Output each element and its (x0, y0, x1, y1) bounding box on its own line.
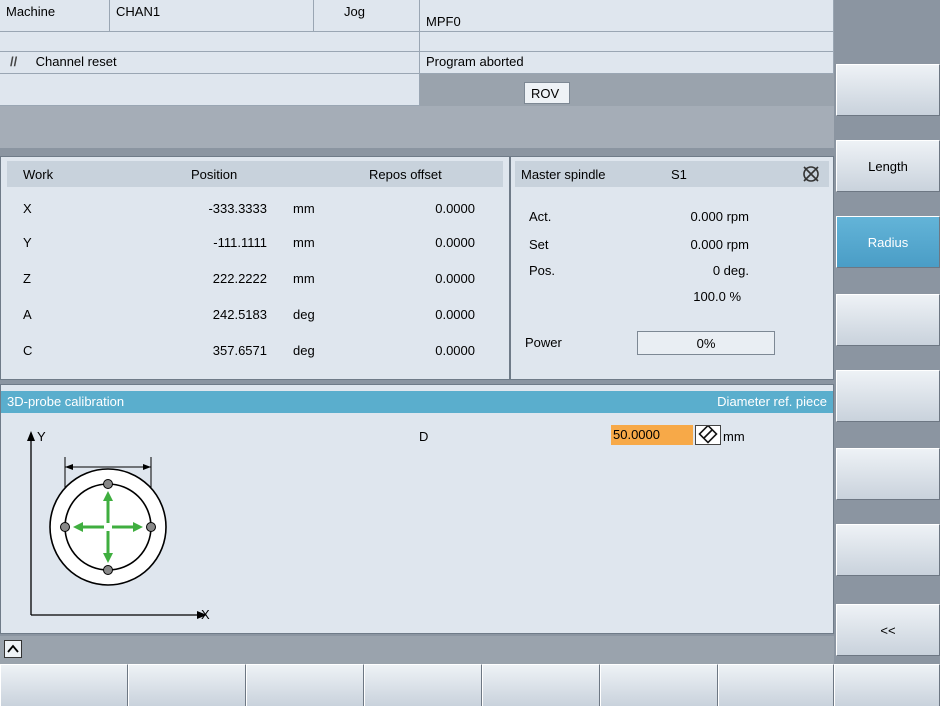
hsoftkey-2[interactable] (128, 664, 246, 706)
override-area (420, 74, 834, 106)
header-blank-b (420, 32, 834, 52)
diameter-input[interactable]: 50.0000 (611, 425, 693, 445)
recall-icon[interactable] (4, 640, 22, 658)
channel-status: // Channel reset (0, 52, 420, 74)
header-blank-a (0, 32, 420, 52)
program-status: Program aborted (420, 52, 834, 74)
channel-name: CHAN1 (110, 0, 314, 32)
hsoftkey-3[interactable] (246, 664, 364, 706)
rov-indicator: ROV (524, 82, 570, 104)
param-unit: mm (723, 429, 745, 444)
param-d-label: D (419, 429, 429, 444)
pos-label: Pos. (529, 263, 556, 278)
operating-mode: Jog (314, 0, 420, 32)
act-label: Act. (529, 209, 552, 224)
spindle-panel: Master spindle S1 Act. 0.000 rpm Set 0.0… (510, 156, 834, 380)
calibration-diagram (27, 431, 207, 619)
softkey-1[interactable] (836, 64, 940, 116)
axis-x-label: X (201, 607, 210, 622)
softkey-5[interactable] (836, 370, 940, 422)
calibration-subtitle: Diameter ref. piece (717, 394, 827, 409)
spindle-name: S1 (671, 167, 687, 182)
spindle-stop-icon (801, 164, 821, 184)
hsoftkey-6[interactable] (600, 664, 718, 706)
col-position: Position (191, 167, 238, 182)
softkey-4[interactable] (836, 294, 940, 346)
power-bar: 0% (637, 331, 775, 355)
pos-value: 0 deg. (712, 263, 749, 278)
softkey-6[interactable] (836, 448, 940, 500)
softkey-back[interactable]: << (836, 604, 940, 656)
calibration-title: 3D-probe calibration (7, 394, 125, 409)
axes-panel: Work Position Repos offset X -333.3333 m… (0, 156, 510, 380)
hsoftkey-7[interactable] (718, 664, 834, 706)
hsoftkey-1[interactable] (0, 664, 128, 706)
message-line (0, 74, 420, 106)
axis-y-label: Y (37, 429, 46, 444)
calibration-title-bar: 3D-probe calibration Diameter ref. piece (1, 391, 833, 413)
gray-band (0, 106, 834, 148)
spindle-override: 100.0 % (693, 289, 741, 304)
softkey-length[interactable]: Length (836, 140, 940, 192)
hsoftkey-8[interactable] (834, 664, 940, 706)
hsoftkey-5[interactable] (482, 664, 600, 706)
act-value: 0.000 rpm (690, 209, 749, 224)
col-work: Work (23, 167, 54, 182)
col-repos: Repos offset (369, 167, 442, 182)
set-value: 0.000 rpm (690, 237, 749, 252)
power-label: Power (525, 335, 562, 350)
set-label: Set (529, 237, 549, 252)
channel-reset-icon: // (10, 54, 18, 69)
hsoftkey-4[interactable] (364, 664, 482, 706)
toggle-icon[interactable] (695, 424, 721, 445)
softkey-radius[interactable]: Radius (836, 216, 940, 268)
area-label: Machine (0, 0, 110, 32)
calibration-panel: 3D-probe calibration Diameter ref. piece… (0, 384, 834, 634)
spindle-title: Master spindle (521, 167, 606, 182)
program-name: MPF0 (420, 0, 834, 32)
softkey-7[interactable] (836, 524, 940, 576)
status-strip (0, 636, 834, 664)
